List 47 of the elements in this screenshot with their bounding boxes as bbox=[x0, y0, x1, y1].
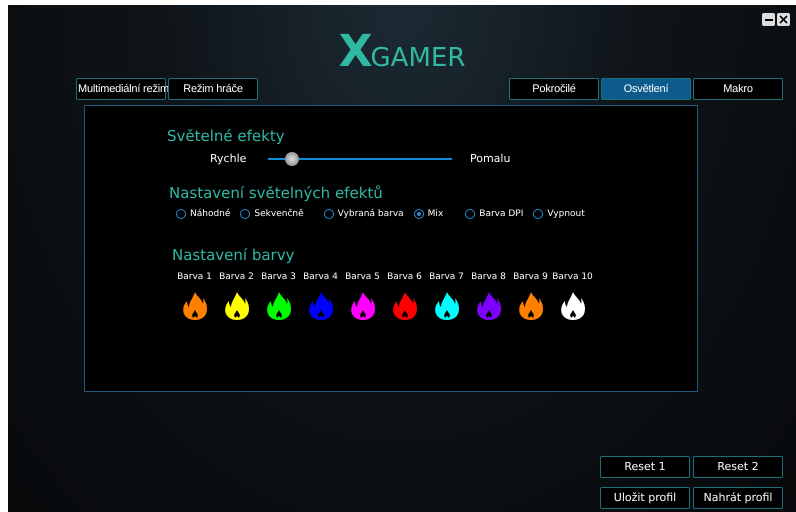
color-label: Barva 5 bbox=[345, 271, 380, 284]
flame-icon[interactable] bbox=[266, 290, 292, 320]
flame-icon[interactable] bbox=[224, 290, 250, 320]
slider-thumb[interactable] bbox=[284, 152, 299, 166]
radio-option[interactable]: Sekvenčně bbox=[240, 208, 304, 221]
action-button[interactable]: Reset 2 bbox=[693, 456, 783, 478]
color-label: Barva 8 bbox=[471, 271, 506, 284]
slider-label: Rychle bbox=[210, 151, 248, 167]
color-label: Barva 3 bbox=[261, 271, 296, 284]
flame-icon[interactable] bbox=[518, 290, 544, 320]
tab[interactable]: Makro bbox=[693, 78, 783, 100]
radio-option[interactable]: Náhodné bbox=[176, 208, 230, 221]
tab[interactable]: Osvětlení bbox=[601, 78, 691, 100]
radio-button[interactable] bbox=[465, 209, 476, 220]
section-title: Nastavení barvy bbox=[172, 245, 296, 265]
section-title: Nastavení světelných efektů bbox=[169, 182, 384, 202]
flame-icon[interactable] bbox=[182, 290, 208, 320]
radio-button[interactable] bbox=[414, 209, 424, 220]
color-label: Barva 10 bbox=[552, 271, 593, 284]
action-button[interactable]: Uložit profil bbox=[600, 487, 690, 509]
flame-icon[interactable] bbox=[560, 290, 586, 320]
radio-button[interactable] bbox=[324, 209, 334, 220]
tab[interactable]: Režim hráče bbox=[168, 78, 258, 100]
close-button[interactable] bbox=[777, 13, 790, 26]
radio-button[interactable] bbox=[533, 209, 544, 220]
radio-button[interactable] bbox=[240, 209, 250, 220]
color-label: Barva 6 bbox=[387, 271, 422, 284]
radio-option[interactable]: Vypnout bbox=[533, 208, 585, 221]
action-button[interactable]: Nahrát profil bbox=[693, 487, 783, 509]
radio-option[interactable]: Mix bbox=[414, 208, 444, 221]
color-label: Barva 1 bbox=[177, 271, 212, 284]
color-label: Barva 2 bbox=[219, 271, 254, 284]
section-title: Světelné efekty bbox=[167, 126, 286, 146]
tab[interactable]: Pokročilé bbox=[509, 78, 599, 100]
color-label: Barva 9 bbox=[513, 271, 548, 284]
color-label: Barva 7 bbox=[429, 271, 464, 284]
radio-option[interactable]: Vybraná barva bbox=[324, 208, 404, 221]
tab[interactable]: Multimediální režim bbox=[76, 78, 166, 100]
logo: XGAMER bbox=[338, 32, 466, 72]
flame-icon[interactable] bbox=[434, 290, 460, 320]
radio-button[interactable] bbox=[176, 209, 186, 220]
radio-option[interactable]: Barva DPI bbox=[465, 208, 524, 221]
slider-label: Pomalu bbox=[470, 151, 510, 167]
flame-icon[interactable] bbox=[350, 290, 376, 320]
action-button[interactable]: Reset 1 bbox=[600, 456, 690, 478]
color-label: Barva 4 bbox=[303, 271, 338, 284]
minimize-button[interactable] bbox=[762, 13, 775, 26]
